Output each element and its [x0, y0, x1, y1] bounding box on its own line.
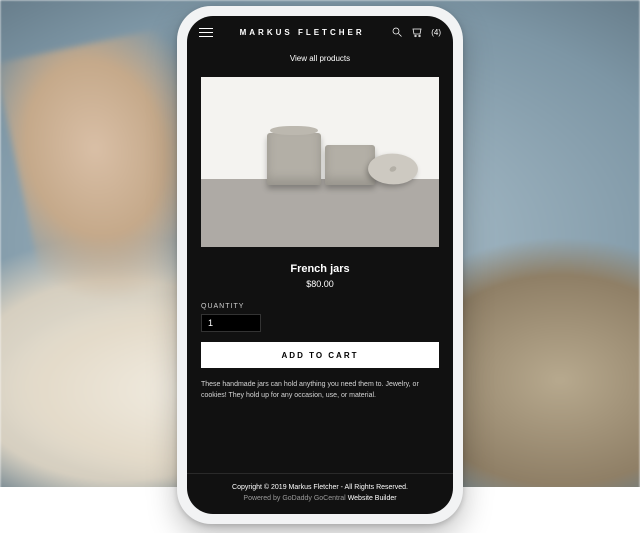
product-title: French jars: [187, 247, 453, 279]
product-price: $80.00: [187, 279, 453, 303]
copyright-text: Copyright © 2019 Markus Fletcher - All R…: [201, 484, 439, 491]
cart-icon[interactable]: [411, 26, 423, 38]
product-description: These handmade jars can hold anything yo…: [187, 380, 453, 401]
quantity-label: QUANTITY: [187, 303, 453, 310]
powered-by: Powered by GoDaddy GoCentral Website Bui…: [201, 495, 439, 502]
website-builder-link[interactable]: Website Builder: [348, 495, 397, 502]
menu-icon[interactable]: [199, 28, 213, 37]
phone-screen: MARKUS FLETCHER (4) View all products Fr…: [187, 16, 453, 514]
view-all-link[interactable]: View all products: [187, 44, 453, 77]
jar-icon: [267, 133, 321, 185]
brand-title[interactable]: MARKUS FLETCHER: [240, 28, 365, 37]
header-actions: (4): [391, 26, 441, 38]
header: MARKUS FLETCHER (4): [187, 16, 453, 44]
cart-count: (4): [431, 28, 441, 37]
search-icon[interactable]: [391, 26, 403, 38]
add-to-cart-button[interactable]: ADD TO CART: [201, 342, 439, 368]
powered-prefix: Powered by GoDaddy GoCentral: [243, 495, 347, 502]
product-image: [201, 77, 439, 247]
footer: Copyright © 2019 Markus Fletcher - All R…: [187, 473, 453, 514]
quantity-input[interactable]: [201, 314, 261, 332]
phone-frame: MARKUS FLETCHER (4) View all products Fr…: [177, 6, 463, 524]
